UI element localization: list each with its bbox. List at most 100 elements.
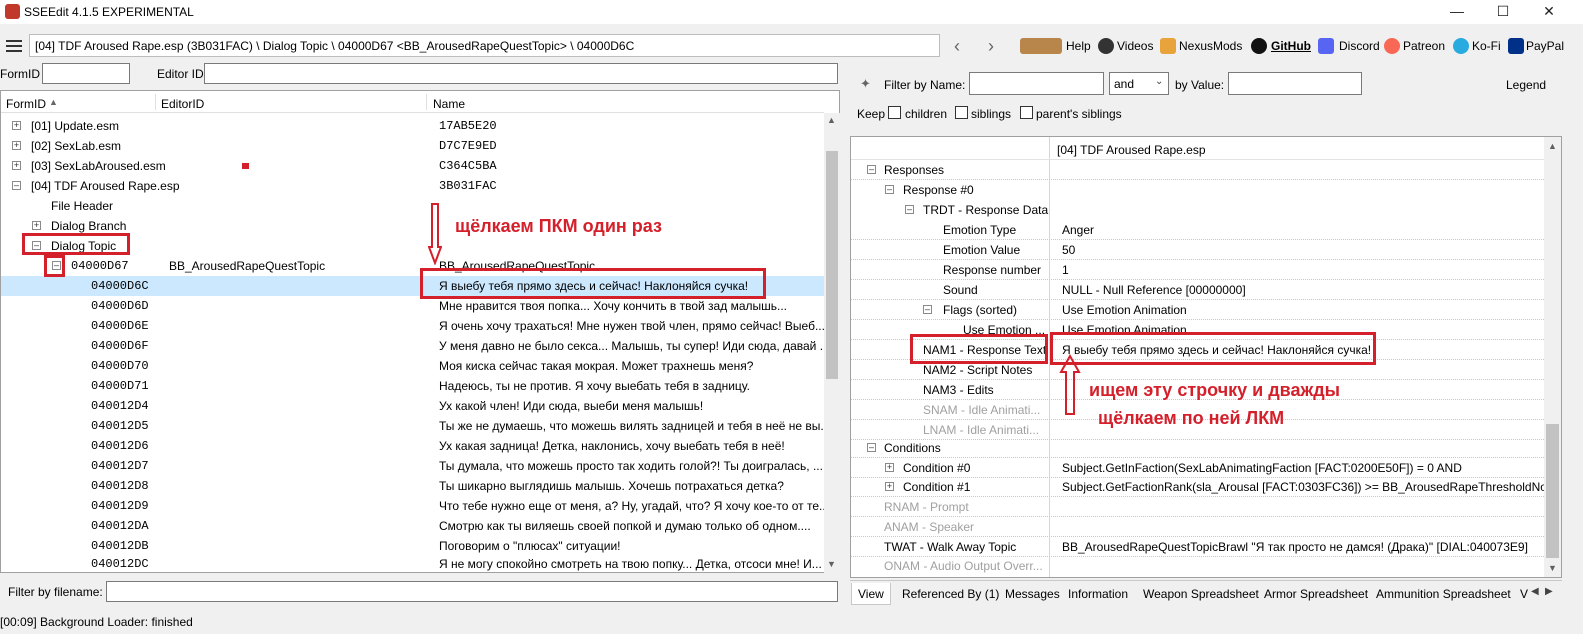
- collapse-icon[interactable]: –: [867, 443, 876, 452]
- expand-icon[interactable]: +: [32, 221, 41, 230]
- tree-scrollbar[interactable]: ▲ ▼: [824, 113, 840, 573]
- tree-row[interactable]: 040012D8 Ты шикарно выглядишь малышь. Хо…: [1, 476, 824, 496]
- record-row[interactable]: RNAM - Prompt: [851, 497, 1544, 517]
- github-link[interactable]: GitHub: [1271, 39, 1311, 53]
- record-row[interactable]: TWAT - Walk Away Topic BB_ArousedRapeQue…: [851, 537, 1544, 557]
- parent-siblings-checkbox[interactable]: [1020, 106, 1033, 119]
- tab-armor-spreadsheet[interactable]: Armor Spreadsheet: [1258, 583, 1374, 605]
- minimize-button[interactable]: —: [1434, 0, 1480, 24]
- tab-view[interactable]: View: [851, 583, 891, 605]
- editorid-input[interactable]: [204, 63, 838, 84]
- tab-scroll-right-icon[interactable]: ▶: [1545, 586, 1553, 597]
- legend-button[interactable]: Legend: [1506, 78, 1546, 92]
- tree-row[interactable]: – [04] TDF Aroused Rape.esp 3B031FAC: [1, 176, 824, 196]
- nexusmods-link[interactable]: NexusMods: [1179, 39, 1242, 53]
- record-row[interactable]: – Responses: [851, 160, 1544, 180]
- videos-link[interactable]: Videos: [1117, 39, 1153, 53]
- record-row[interactable]: – Flags (sorted) Use Emotion Animation: [851, 300, 1544, 320]
- scroll-up-icon[interactable]: ▲: [827, 115, 836, 125]
- record-tree[interactable]: FormID ▲ EditorID Name + [01] Update.esm…: [0, 90, 840, 573]
- record-row[interactable]: – TRDT - Response Data: [851, 200, 1544, 220]
- tree-row[interactable]: 040012D5 Ты же не думаешь, что можешь ви…: [1, 416, 830, 436]
- record-row[interactable]: Emotion Type Anger: [851, 220, 1544, 240]
- tree-row-label: Dialog Branch: [51, 219, 127, 233]
- tree-row[interactable]: 040012DA Смотрю как ты виляешь своей поп…: [1, 516, 824, 536]
- tree-row[interactable]: 040012DB Поговорим о "плюсах" ситуации!: [1, 536, 824, 556]
- tree-row[interactable]: + [01] Update.esm 17AB5E20: [1, 116, 824, 136]
- tab-messages[interactable]: Messages: [999, 583, 1066, 605]
- tree-row[interactable]: 04000D6E Я очень хочу трахаться! Мне нуж…: [1, 316, 825, 336]
- editorid-label: Editor ID: [157, 67, 204, 81]
- record-scrollbar[interactable]: ▲ ▼: [1544, 137, 1561, 577]
- tab-ammunition-spreadsheet[interactable]: Ammunition Spreadsheet: [1370, 583, 1517, 605]
- tab-information[interactable]: Information: [1062, 583, 1134, 605]
- collapse-icon[interactable]: –: [867, 165, 876, 174]
- forward-arrow-icon[interactable]: ›: [988, 36, 994, 57]
- record-row[interactable]: ANAM - Speaker: [851, 517, 1544, 537]
- tab-weapon-spreadsheet[interactable]: Weapon Spreadsheet: [1137, 583, 1265, 605]
- tree-row[interactable]: 040012D4 Ух какой член! Иди сюда, выеби …: [1, 396, 824, 416]
- back-arrow-icon[interactable]: ‹: [954, 36, 960, 57]
- record-row[interactable]: Response number 1: [851, 260, 1544, 280]
- discord-link[interactable]: Discord: [1339, 39, 1380, 53]
- tree-row[interactable]: 040012D6 Ух какая задница! Детка, наклон…: [1, 436, 824, 456]
- scrollbar-thumb[interactable]: [826, 151, 838, 379]
- nexusmods-icon: [1160, 38, 1176, 54]
- scroll-up-icon[interactable]: ▲: [1548, 141, 1557, 151]
- hamburger-menu-icon[interactable]: [6, 40, 22, 52]
- by-value-input[interactable]: [1228, 72, 1362, 95]
- scroll-down-icon[interactable]: ▼: [827, 559, 836, 569]
- formid-input[interactable]: [42, 63, 130, 84]
- filter-name-input[interactable]: [969, 72, 1104, 95]
- tree-row[interactable]: File Header: [1, 196, 824, 216]
- expand-icon[interactable]: +: [885, 482, 894, 491]
- collapse-icon[interactable]: –: [12, 181, 21, 190]
- siblings-checkbox[interactable]: [955, 106, 968, 119]
- paypal-link[interactable]: PayPal: [1526, 39, 1564, 53]
- expand-icon[interactable]: +: [12, 121, 21, 130]
- record-row[interactable]: + Condition #0 Subject.GetInFaction(SexL…: [851, 458, 1544, 478]
- record-row[interactable]: Sound NULL - Null Reference [00000000]: [851, 280, 1544, 300]
- tab-scroll-left-icon[interactable]: ◀: [1531, 586, 1539, 597]
- kofi-link[interactable]: Ko-Fi: [1472, 39, 1501, 53]
- record-row[interactable]: – Conditions: [851, 438, 1544, 458]
- tree-row-label: 04000D6D: [91, 299, 149, 313]
- collapse-icon[interactable]: –: [885, 185, 894, 194]
- path-breadcrumb[interactable]: [04] TDF Aroused Rape.esp (3B031FAC) \ D…: [29, 34, 940, 57]
- children-checkbox[interactable]: [888, 106, 901, 119]
- field-label: Emotion Value: [943, 243, 1021, 257]
- record-row[interactable]: – Response #0: [851, 180, 1544, 200]
- window-title: SSEEdit 4.1.5 EXPERIMENTAL: [24, 5, 194, 19]
- column-formid[interactable]: FormID: [6, 97, 46, 111]
- expand-icon[interactable]: +: [12, 141, 21, 150]
- column-editorid[interactable]: EditorID: [161, 97, 204, 111]
- column-name[interactable]: Name: [433, 97, 465, 111]
- record-row[interactable]: ONAM - Audio Output Overr...: [851, 556, 1544, 576]
- record-row[interactable]: Emotion Value 50: [851, 240, 1544, 260]
- tree-row[interactable]: + [03] SexLabAroused.esm C364C5BA: [1, 156, 824, 176]
- tree-row[interactable]: 040012DC Я не могу спокойно смотреть на …: [1, 554, 824, 574]
- expand-icon[interactable]: +: [12, 161, 21, 170]
- collapse-icon[interactable]: –: [905, 205, 914, 214]
- help-link[interactable]: Help: [1066, 39, 1091, 53]
- patreon-link[interactable]: Patreon: [1403, 39, 1445, 53]
- expand-icon[interactable]: +: [885, 463, 894, 472]
- collapse-icon[interactable]: –: [923, 305, 932, 314]
- maximize-button[interactable]: ☐: [1480, 0, 1526, 24]
- filter-filename-input[interactable]: [106, 581, 838, 602]
- tree-row[interactable]: 04000D6D Мне нравится твоя попка... Хочу…: [1, 296, 824, 316]
- tree-row[interactable]: 04000D70 Моя киска сейчас такая мокрая. …: [1, 356, 824, 376]
- tab-referenced-by[interactable]: Referenced By (1): [896, 583, 1005, 605]
- record-header: [04] TDF Aroused Rape.esp: [1057, 143, 1206, 157]
- scroll-down-icon[interactable]: ▼: [1548, 563, 1557, 573]
- pin-icon[interactable]: ✦: [860, 76, 871, 92]
- tree-row[interactable]: 040012D7 Ты думала, что можешь просто та…: [1, 456, 824, 476]
- scrollbar-thumb[interactable]: [1546, 424, 1559, 558]
- and-select[interactable]: and ⌄: [1109, 72, 1169, 95]
- tree-row[interactable]: + [02] SexLab.esm D7C7E9ED: [1, 136, 824, 156]
- record-row[interactable]: + Condition #1 Subject.GetFactionRank(sl…: [851, 477, 1560, 497]
- close-button[interactable]: ✕: [1526, 0, 1572, 24]
- tree-row[interactable]: 04000D6F У меня давно не было секса... М…: [1, 336, 830, 356]
- tree-row[interactable]: 040012D9 Что тебе нужно еще от меня, а? …: [1, 496, 829, 516]
- tree-row[interactable]: 04000D71 Надеюсь, ты не против. Я хочу в…: [1, 376, 824, 396]
